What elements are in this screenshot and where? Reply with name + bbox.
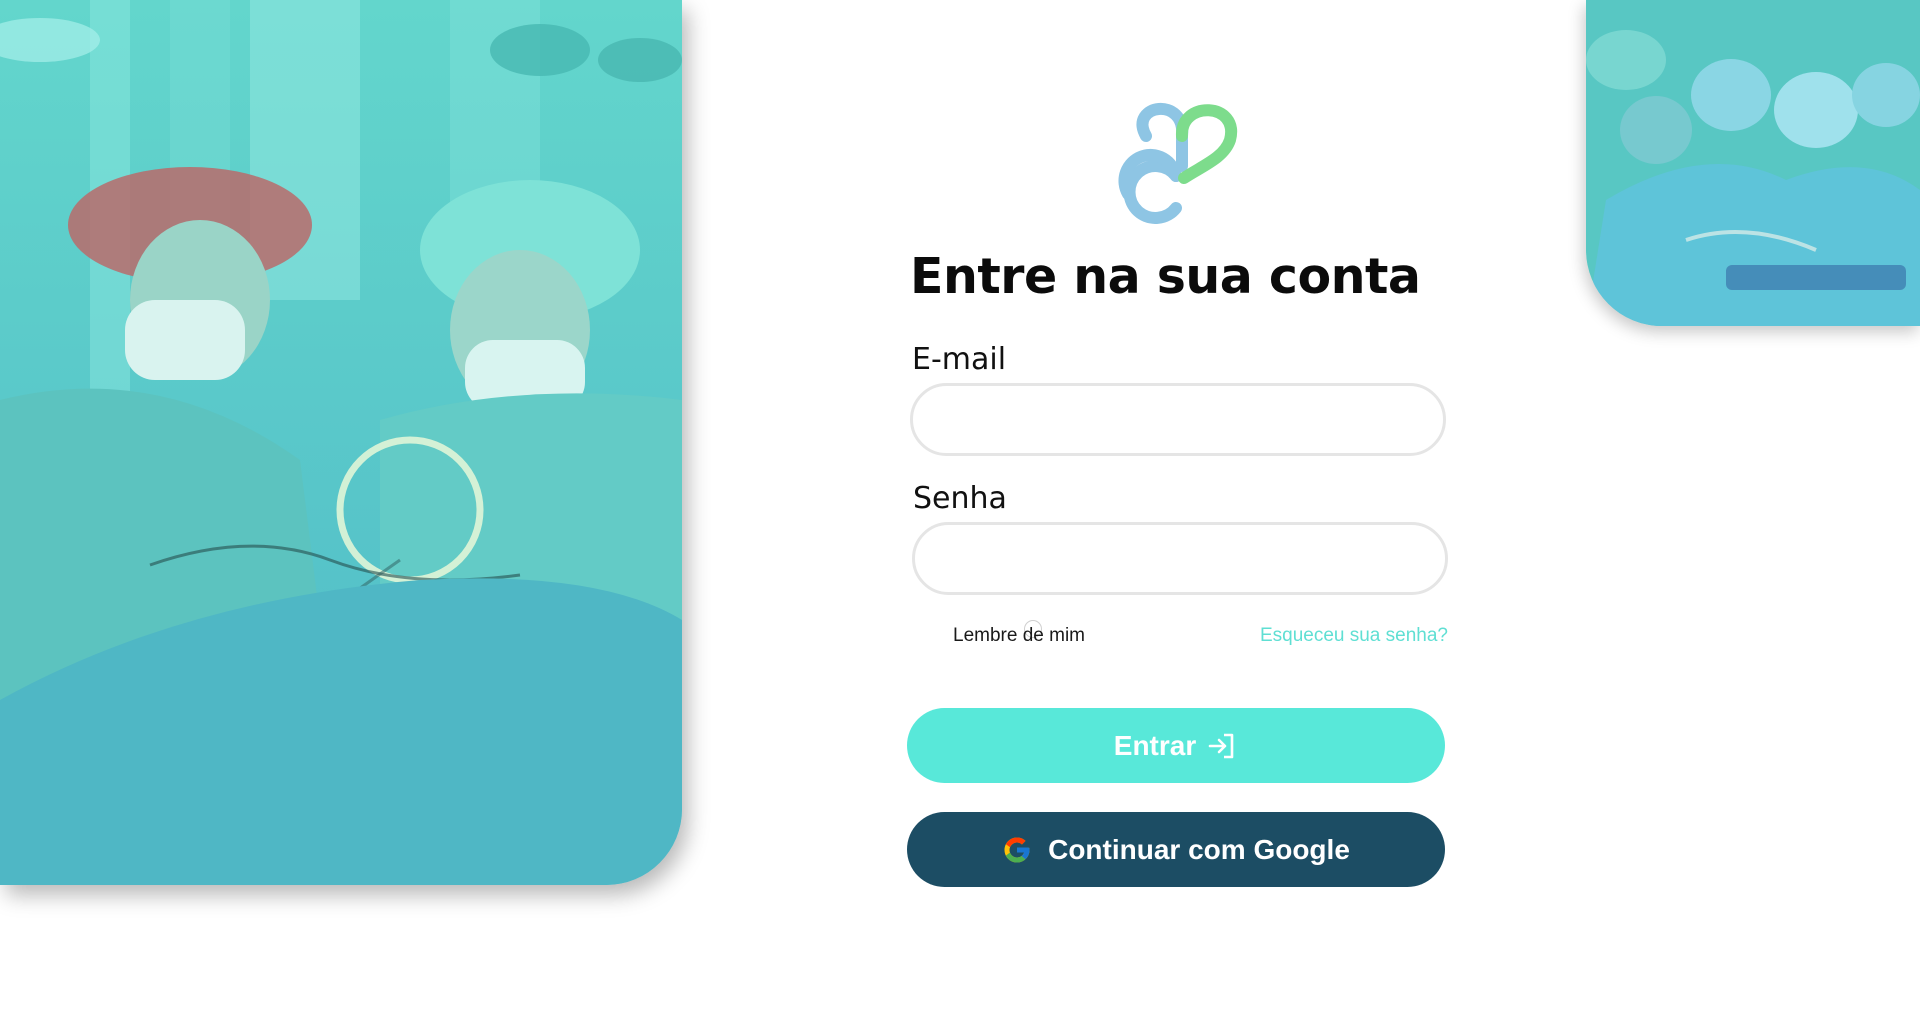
login-arrow-icon: [1206, 730, 1238, 762]
hero-image-surgeons: [0, 0, 682, 885]
page-title: Entre na sua conta: [910, 248, 1421, 305]
login-button[interactable]: Entrar: [907, 708, 1445, 783]
hero-image-surgical-team: [1586, 0, 1920, 326]
forgot-password-link[interactable]: Esqueceu sua senha?: [1260, 625, 1448, 647]
email-field[interactable]: [910, 383, 1446, 456]
password-field[interactable]: [912, 522, 1448, 595]
google-signin-button[interactable]: Continuar com Google: [907, 812, 1445, 887]
remember-row: Lembre de mim Esqueceu sua senha?: [912, 620, 1448, 650]
google-g-icon: [1002, 835, 1032, 865]
email-label: E-mail: [912, 342, 1007, 377]
login-button-label: Entrar: [1113, 729, 1197, 761]
surgeons-photo: [0, 0, 682, 885]
remember-me-label[interactable]: Lembre de mim: [953, 625, 1085, 647]
google-button-label: Continuar com Google: [1048, 833, 1350, 865]
surgical-team-photo: [1586, 0, 1920, 326]
password-label: Senha: [913, 481, 1007, 516]
brand-logo: [1118, 96, 1242, 224]
heart-s-logo-icon: [1118, 103, 1238, 224]
